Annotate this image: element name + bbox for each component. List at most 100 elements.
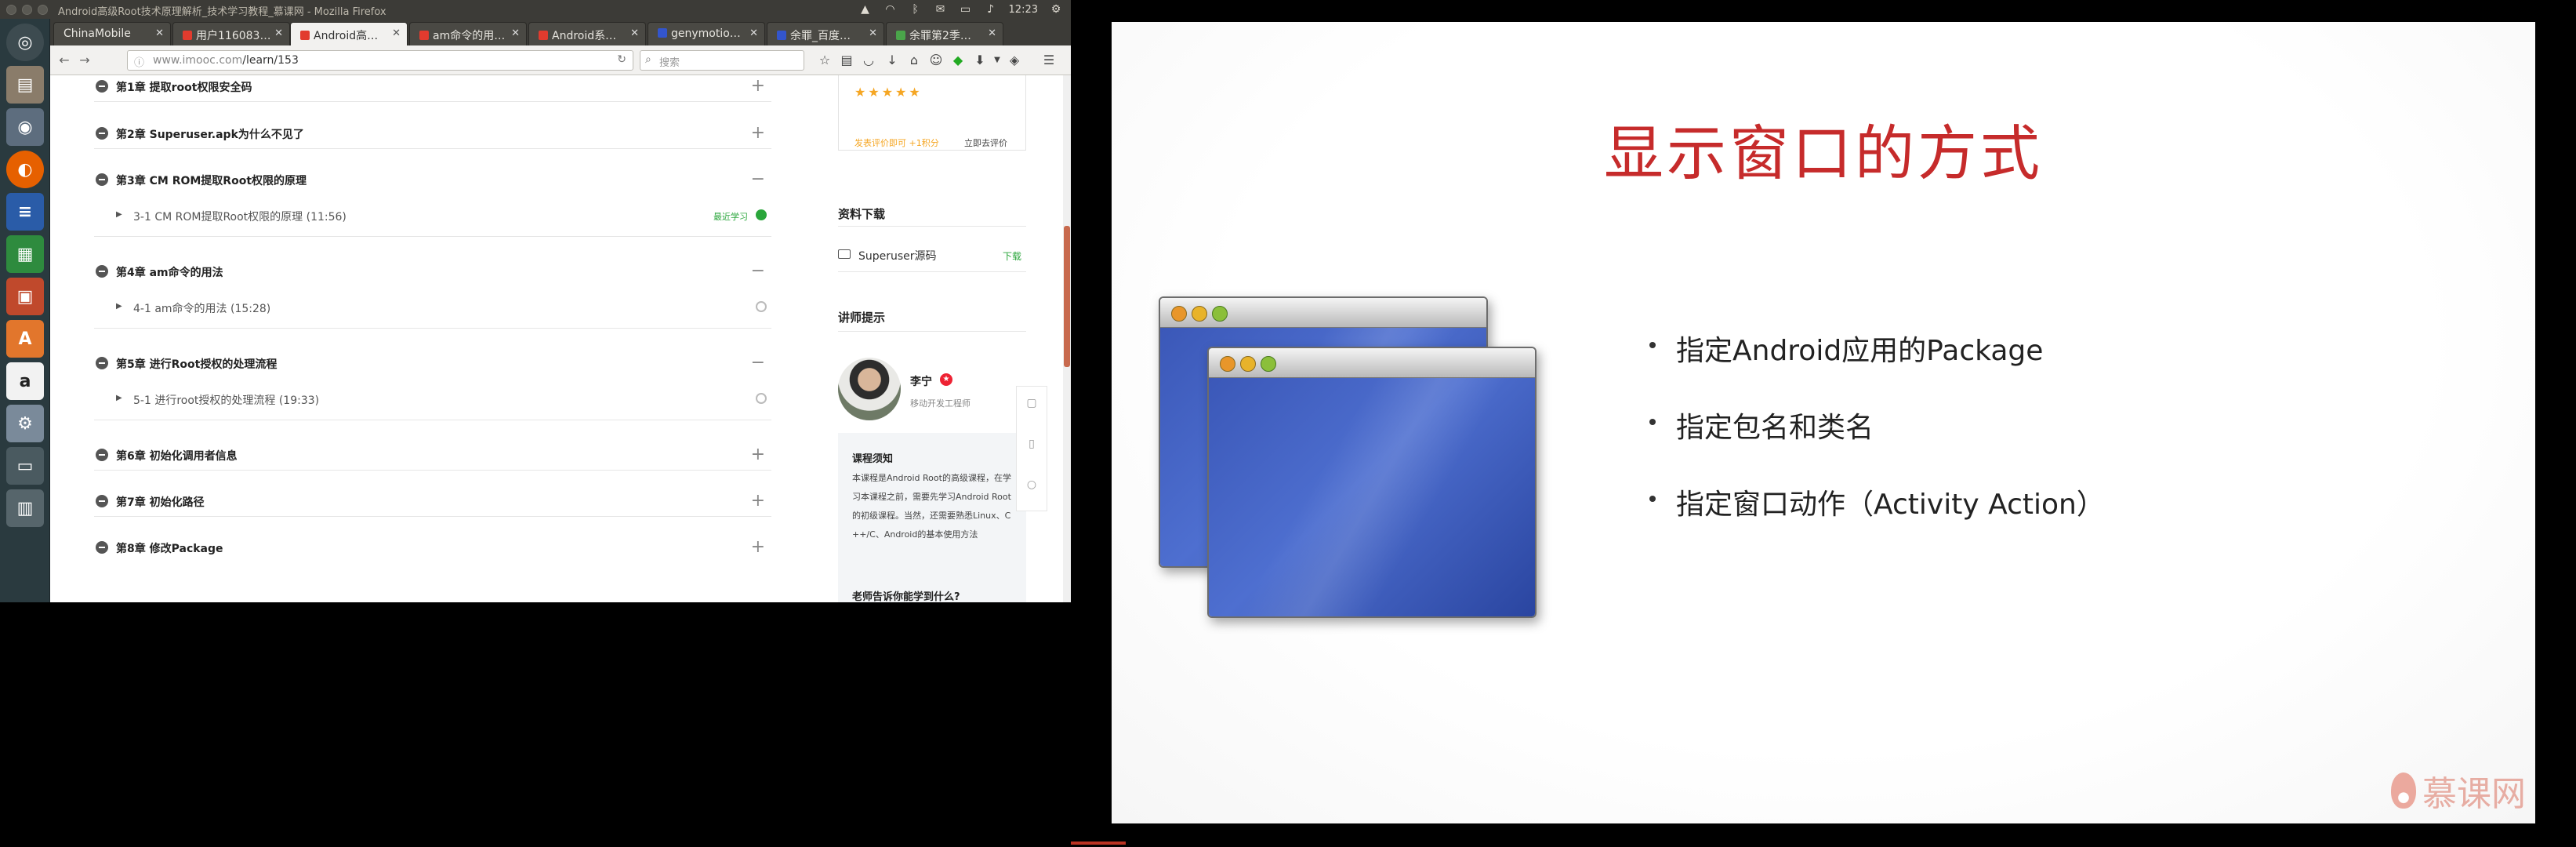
- search-input[interactable]: ⌕ 搜索: [640, 50, 804, 71]
- video-favicon-icon: [896, 31, 905, 40]
- forward-button[interactable]: →: [77, 53, 93, 68]
- expand-icon[interactable]: +: [751, 123, 765, 143]
- close-icon[interactable]: ✕: [630, 27, 639, 39]
- mobile-icon[interactable]: ▯: [1025, 437, 1039, 451]
- divider: [94, 328, 771, 329]
- minimize-dot-icon: [1192, 306, 1207, 322]
- dvd-icon[interactable]: ◉: [6, 108, 44, 146]
- tab-user[interactable]: 用户116083… ✕: [172, 22, 290, 45]
- collapse-icon[interactable]: −: [751, 353, 765, 373]
- tab-yuzui-s2[interactable]: 余罪第2季… ✕: [886, 22, 1003, 45]
- collapse-icon[interactable]: −: [751, 169, 765, 189]
- software-center-icon[interactable]: A: [6, 320, 44, 358]
- divider: [838, 271, 1026, 272]
- close-dot-icon: [1220, 356, 1235, 372]
- volume-icon[interactable]: ♪: [984, 2, 998, 16]
- expand-icon[interactable]: +: [751, 491, 765, 511]
- home-icon[interactable]: ⌂: [906, 53, 922, 68]
- reload-icon[interactable]: ↻: [617, 53, 626, 66]
- system-settings-icon[interactable]: ⚙: [6, 405, 44, 442]
- rate-now-link[interactable]: 立即去评价: [964, 136, 1007, 149]
- pocket-icon[interactable]: ◡: [861, 53, 876, 68]
- collapse-icon[interactable]: −: [751, 261, 765, 281]
- chat-icon[interactable]: ☺: [928, 53, 944, 68]
- tab-android-root[interactable]: Android高… ✕: [290, 22, 408, 45]
- workspace-icon[interactable]: ▭: [6, 447, 44, 485]
- zoom-dot-icon: [1261, 356, 1276, 372]
- tab-label: 用户116083…: [196, 30, 271, 42]
- impress-icon[interactable]: ▣: [6, 278, 44, 315]
- divider: [94, 236, 771, 237]
- window-close-button[interactable]: [6, 5, 16, 15]
- tab-label: ChinaMobile: [63, 27, 131, 40]
- info-icon[interactable]: ⓘ: [134, 54, 144, 69]
- battery-icon[interactable]: ▭: [959, 2, 973, 16]
- clipboard-icon[interactable]: ▤: [839, 53, 854, 68]
- window-maximize-button[interactable]: [38, 5, 48, 15]
- clock[interactable]: 12:23: [1009, 4, 1038, 16]
- divider: [94, 470, 771, 471]
- bullet-item: 指定Android应用的Package: [1649, 328, 2105, 405]
- url-bar[interactable]: ⓘ www.imooc.com/learn/153 ↻: [127, 50, 633, 71]
- close-icon[interactable]: ✕: [511, 27, 520, 39]
- close-icon[interactable]: ✕: [155, 27, 164, 39]
- download-icon[interactable]: ↓: [884, 53, 900, 68]
- close-icon[interactable]: ✕: [392, 27, 401, 39]
- calc-icon[interactable]: ▦: [6, 235, 44, 273]
- addon-icon[interactable]: ◈: [1007, 53, 1022, 68]
- menu-icon[interactable]: ☰: [1041, 53, 1057, 68]
- writer-icon[interactable]: ≡: [6, 193, 44, 231]
- amazon-icon[interactable]: a: [6, 362, 44, 400]
- mail-icon[interactable]: ✉: [934, 2, 948, 16]
- scrollbar[interactable]: [1063, 75, 1071, 602]
- chapter-title: 第1章 提取root权限安全码: [116, 82, 252, 94]
- back-button[interactable]: ←: [56, 53, 72, 68]
- search-icon: ⌕: [645, 53, 651, 66]
- lesson-3-1[interactable]: ▶ 3-1 CM ROM提取Root权限的原理 (11:56) 最近学习: [82, 200, 771, 231]
- notice-heading: 课程须知: [852, 453, 894, 465]
- chevron-down-icon[interactable]: ▼: [989, 53, 1005, 68]
- teacher-tips-heading: 讲师提示: [838, 311, 886, 325]
- bullet-dot-icon: [1649, 496, 1656, 502]
- share-icon[interactable]: ○: [1025, 478, 1039, 492]
- ubuntu-dash-icon[interactable]: ◎: [6, 24, 44, 61]
- feedback-icon[interactable]: ▢: [1025, 396, 1039, 410]
- lesson-title: 4-1 am命令的用法 (15:28): [133, 303, 271, 315]
- close-icon[interactable]: ✕: [274, 27, 283, 39]
- tab-am-command[interactable]: am命令的用… ✕: [409, 22, 527, 45]
- tab-yuzui-baidu[interactable]: 余罪_百度… ✕: [767, 22, 884, 45]
- expand-icon[interactable]: +: [751, 445, 765, 464]
- chapter-icon: [96, 80, 108, 93]
- lesson-4-1[interactable]: ▶ 4-1 am命令的用法 (15:28): [82, 292, 771, 323]
- trash-icon[interactable]: ▥: [6, 489, 44, 527]
- firefox-icon[interactable]: ◐: [6, 151, 44, 188]
- update-icon[interactable]: ▲: [858, 2, 873, 16]
- close-icon[interactable]: ✕: [749, 27, 758, 39]
- close-icon[interactable]: ✕: [869, 27, 877, 39]
- expand-icon[interactable]: +: [751, 537, 765, 557]
- wifi-icon[interactable]: ◠: [883, 2, 898, 16]
- tab-genymotion[interactable]: genymotio… ✕: [648, 22, 765, 45]
- tab-chinamobile[interactable]: ChinaMobile ✕: [53, 22, 171, 45]
- gear-icon[interactable]: ⚙: [1049, 2, 1063, 16]
- download-arrow-icon[interactable]: ⬇: [972, 53, 988, 68]
- scrollbar-thumb[interactable]: [1064, 226, 1070, 367]
- bluetooth-icon[interactable]: ᛒ: [909, 2, 923, 16]
- chapter-icon: [96, 357, 108, 369]
- close-dot-icon: [1171, 306, 1187, 322]
- files-icon[interactable]: ▤: [6, 66, 44, 104]
- screen: Android高级Root技术原理解析_技术学习教程_慕课网 - Mozilla…: [0, 0, 2576, 847]
- tab-android-system[interactable]: Android系… ✕: [528, 22, 646, 45]
- baidu-favicon-icon: [658, 28, 667, 38]
- chapter-title: 第6章 初始化调用者信息: [116, 450, 238, 463]
- avatar[interactable]: [838, 358, 901, 420]
- extension-icon[interactable]: ◆: [950, 53, 966, 68]
- lesson-5-1[interactable]: ▶ 5-1 进行root授权的处理流程 (19:33): [82, 384, 771, 415]
- window-minimize-button[interactable]: [22, 5, 32, 15]
- close-icon[interactable]: ✕: [988, 27, 996, 39]
- bookmark-star-icon[interactable]: ☆: [817, 53, 833, 68]
- teacher-name[interactable]: 李宁: [910, 373, 932, 389]
- download-button[interactable]: 下载: [1003, 249, 1021, 263]
- expand-icon[interactable]: +: [751, 76, 765, 96]
- url-host: www.imooc.com: [153, 54, 243, 67]
